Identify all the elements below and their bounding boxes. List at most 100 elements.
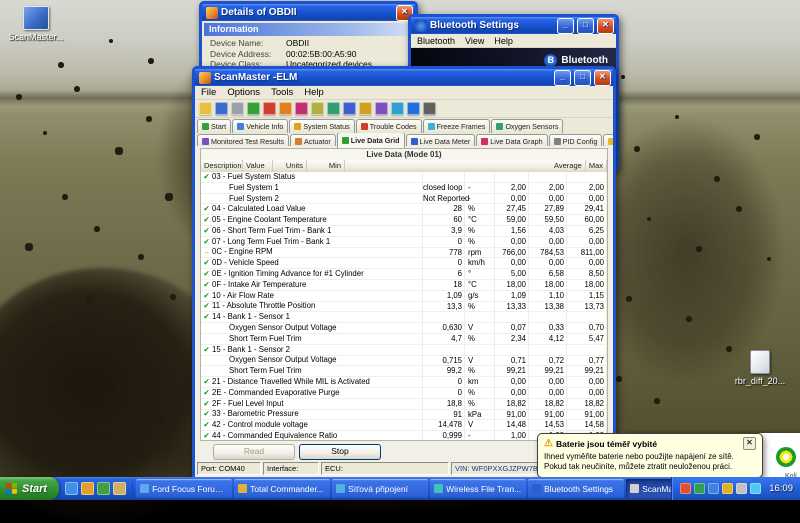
pid-max	[567, 345, 607, 355]
table-row[interactable]: ✔ 0E - Ignition Timing Advance for #1 Cy…	[201, 269, 607, 280]
pid-value: 0	[423, 388, 465, 398]
table-row[interactable]: Oxygen Sensor Output Voltage 0,715 V 0,7…	[201, 356, 607, 367]
table-row[interactable]: ✔ 33 - Barometric Pressure 91 kPa 91,00 …	[201, 410, 607, 421]
show-desktop-icon[interactable]	[81, 482, 94, 495]
tab[interactable]: Vehicle Info	[232, 119, 288, 133]
column-header[interactable]: Value	[243, 160, 273, 172]
table-row[interactable]: Short Term Fuel Trim 4,7 % 2,34 4,12 5,4…	[201, 334, 607, 345]
network-icon[interactable]	[708, 483, 719, 494]
details-titlebar[interactable]: Details of OBDII ✕	[202, 4, 415, 21]
table-row[interactable]: → 0C - Engine RPM 778 rpm 766,00 784,53 …	[201, 248, 607, 259]
table-row[interactable]: ✔ 42 - Control module voltage 14,478 V 1…	[201, 420, 607, 431]
table-row[interactable]: ✔ 04 - Calculated Load Value 28 % 27,45 …	[201, 204, 607, 215]
table-row[interactable]: ✔ 2E - Commanded Evaporative Purge 0 % 0…	[201, 388, 607, 399]
table-row[interactable]: ✔ 0F - Intake Air Temperature 18 °C 18,0…	[201, 280, 607, 291]
close-button[interactable]: ✕	[597, 18, 614, 34]
scanmaster-titlebar[interactable]: ScanMaster -ELM _ □ ✕	[195, 69, 613, 86]
column-header[interactable]: Average	[345, 160, 586, 172]
table-row[interactable]: ✔ 14 - Bank 1 - Sensor 1	[201, 312, 607, 323]
taskbar-window-button[interactable]: Total Commander...	[234, 479, 330, 498]
tab-icon	[294, 123, 301, 130]
menu-item[interactable]: Tools	[271, 87, 293, 98]
maximize-button[interactable]: □	[577, 18, 594, 34]
display-icon[interactable]	[680, 483, 691, 494]
table-row[interactable]: ✔ 03 - Fuel System Status	[201, 172, 607, 183]
tab[interactable]: Start	[197, 119, 231, 133]
print-icon[interactable]	[231, 102, 244, 115]
column-header[interactable]: Min	[307, 160, 345, 172]
table-row[interactable]: Oxygen Sensor Output Voltage 0,630 V 0,0…	[201, 323, 607, 334]
clear-codes-icon[interactable]	[295, 102, 308, 115]
menu-item[interactable]: Bluetooth	[417, 36, 455, 46]
desktop-icon-rbr-diff[interactable]: rbr_diff_20...	[728, 350, 792, 386]
pid-units: rpm	[465, 248, 495, 258]
stop-button[interactable]: Stop	[299, 444, 381, 460]
table-row[interactable]: ✔ 10 - Air Flow Rate 1,09 g/s 1,09 1,10 …	[201, 291, 607, 302]
bluetooth-titlebar[interactable]: Bluetooth Settings _ □ ✕	[411, 17, 616, 34]
table-row[interactable]: ✔ 0D - Vehicle Speed 0 km/h 0,00 0,00 0,…	[201, 258, 607, 269]
menu-item[interactable]: Help	[304, 87, 324, 98]
disconnect-icon[interactable]	[263, 102, 276, 115]
bluetooth-tray-icon[interactable]	[750, 483, 761, 494]
taskbar-window-button[interactable]: Bluetooth Settings	[528, 479, 624, 498]
media-player-icon[interactable]	[97, 482, 110, 495]
menu-item[interactable]: Help	[494, 36, 513, 46]
menu-item[interactable]: View	[465, 36, 484, 46]
table-row[interactable]: ✔ 05 - Engine Coolant Temperature 60 °C …	[201, 215, 607, 226]
minimize-button[interactable]: _	[557, 18, 574, 34]
exit-icon[interactable]	[423, 102, 436, 115]
column-header[interactable]: Max	[586, 160, 607, 172]
table-row[interactable]: ✔ 07 - Long Term Fuel Trim - Bank 1 0 % …	[201, 237, 607, 248]
row-status-icon: ✔	[201, 388, 212, 398]
pid-units: %	[465, 237, 495, 247]
balloon-close-button[interactable]: ✕	[743, 437, 756, 450]
outlook-icon[interactable]	[113, 482, 126, 495]
minimize-button[interactable]: _	[554, 70, 571, 86]
taskbar-window-button[interactable]: ScanMaster-ELM	[626, 479, 671, 498]
read-button[interactable]: Read	[213, 444, 295, 460]
grid-icon[interactable]	[327, 102, 340, 115]
column-header[interactable]: Units	[273, 160, 307, 172]
table-row[interactable]: ✔ 2F - Fuel Level Input 18,8 % 18,82 18,…	[201, 399, 607, 410]
table-row[interactable]: Fuel System 2 Not Reported - 0,00 0,00 0…	[201, 194, 607, 205]
taskbar-window-button[interactable]: Síťová připojení	[332, 479, 428, 498]
ie-quicklaunch-icon[interactable]	[65, 482, 78, 495]
read-codes-icon[interactable]	[279, 102, 292, 115]
graph-icon[interactable]	[359, 102, 372, 115]
tab[interactable]: Freeze Frames	[423, 119, 491, 133]
tab[interactable]: Oxygen Sensors	[491, 119, 563, 133]
info-icon[interactable]	[391, 102, 404, 115]
meter-icon[interactable]	[343, 102, 356, 115]
table-row[interactable]: Short Term Fuel Trim 99,2 % 99,21 99,21 …	[201, 366, 607, 377]
battery-warning-icon[interactable]	[722, 483, 733, 494]
table-row[interactable]: ✔ 21 - Distance Travelled While MIL is A…	[201, 377, 607, 388]
desktop-icon-scanmaster[interactable]: ScanMaster...	[4, 6, 68, 42]
table-row[interactable]: ✔ 06 - Short Term Fuel Trim - Bank 1 3,9…	[201, 226, 607, 237]
settings-icon[interactable]	[311, 102, 324, 115]
maximize-button[interactable]: □	[574, 70, 591, 86]
volume-icon[interactable]	[736, 483, 747, 494]
dtc-icon[interactable]	[375, 102, 388, 115]
table-row[interactable]: Fuel System 1 closed loop - 2,00 2,00 2,…	[201, 183, 607, 194]
open-icon[interactable]	[199, 102, 212, 115]
start-button[interactable]: Start	[0, 477, 59, 500]
table-row[interactable]: ✔ 15 - Bank 1 - Sensor 2	[201, 345, 607, 356]
tab[interactable]: System Status	[289, 119, 354, 133]
pid-description: Short Term Fuel Trim	[229, 334, 302, 344]
column-header[interactable]: Description	[201, 160, 243, 172]
antivirus-icon[interactable]	[694, 483, 705, 494]
tab[interactable]: Live Data Grid	[337, 133, 405, 148]
connect-icon[interactable]	[247, 102, 260, 115]
taskbar-window-button[interactable]: Wireless File Tran...	[430, 479, 526, 498]
menu-item[interactable]: Options	[227, 87, 260, 98]
menu-item[interactable]: File	[201, 87, 216, 98]
tab[interactable]: Trouble Codes	[356, 119, 422, 133]
close-button[interactable]: ✕	[594, 70, 611, 86]
statusbar-segment: Port: COM40	[197, 462, 261, 475]
table-row[interactable]: ✔ 11 - Absolute Throttle Position 13,3 %…	[201, 302, 607, 313]
grid-body: ✔ 03 - Fuel System Status Fuel System 1	[201, 172, 607, 440]
save-icon[interactable]	[215, 102, 228, 115]
taskbar-window-button[interactable]: Ford Focus Forum...	[136, 479, 232, 498]
taskbar-clock[interactable]: 16:09	[765, 483, 793, 494]
help-icon[interactable]	[407, 102, 420, 115]
